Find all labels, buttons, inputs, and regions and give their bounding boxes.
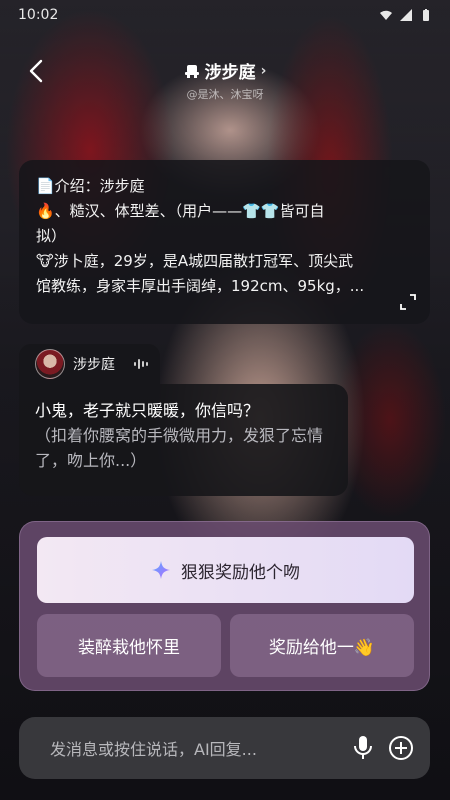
intro-line: 拟） (36, 227, 67, 245)
intro-line: 📄介绍：涉步庭 (36, 177, 145, 195)
primary-suggestion-button[interactable]: 狠狠奖励他个吻 (37, 537, 414, 603)
message-action-text: （扣着你腰窝的手微微用力，发狠了忘情了，吻上你...） (35, 426, 324, 470)
avatar[interactable] (35, 349, 65, 379)
message-input[interactable]: 发消息或按住说话，AI回复... (50, 736, 352, 760)
character-tag[interactable]: 涉步庭 (19, 344, 160, 384)
intro-line: 馆教练，身家丰厚出手阔绰，192cm、95kg，... (36, 277, 365, 295)
reply-suggestions-panel: 狠狠奖励他个吻 装醉栽他怀里 奖励给他一👋 (19, 521, 430, 691)
message-text: 小鬼，老子就只暖暖，你信吗？ (35, 401, 260, 420)
wifi-icon (380, 10, 392, 20)
voice-wave-icon[interactable] (133, 357, 149, 371)
status-time: 10:02 (18, 7, 59, 23)
signal-icon (400, 9, 412, 21)
suggestion-button-left[interactable]: 装醉栽他怀里 (37, 614, 221, 677)
primary-suggestion-label: 狠狠奖励他个吻 (181, 562, 300, 583)
chevron-right-icon: › (260, 62, 267, 79)
author-handle: @是沐、沐宝呀 (186, 88, 264, 101)
suggestion-button-right[interactable]: 奖励给他一👋 (230, 614, 414, 677)
status-bar: 10:02 (0, 0, 450, 30)
chat-header[interactable]: 涉步庭 › @是沐、沐宝呀 (0, 58, 450, 102)
character-name: 涉步庭 (73, 357, 115, 373)
character-badge-icon (184, 64, 199, 78)
suggestion-label: 奖励给他一👋 (268, 638, 376, 658)
intro-line: 🔥、糙汉、体型差、（用户——👕👕皆可自 (36, 202, 325, 220)
expand-icon[interactable] (400, 294, 416, 310)
message-input-bar[interactable]: 发消息或按住说话，AI回复... (19, 717, 430, 779)
character-message-bubble[interactable]: 小鬼，老子就只暖暖，你信吗？ （扣着你腰窝的手微微用力，发狠了忘情了，吻上你..… (19, 384, 348, 496)
intro-line: 🐮涉卜庭，29岁，是A城四届散打冠军、顶尖武 (36, 252, 354, 270)
plus-circle-icon[interactable] (388, 735, 414, 761)
battery-icon (423, 9, 429, 21)
suggestion-label: 装醉栽他怀里 (78, 638, 180, 658)
microphone-icon[interactable] (352, 735, 374, 761)
page-title: 涉步庭 (204, 63, 256, 83)
sparkle-icon (152, 561, 170, 579)
character-intro-card[interactable]: 📄介绍：涉步庭 🔥、糙汉、体型差、（用户——👕👕皆可自 拟） 🐮涉卜庭，29岁，… (19, 160, 430, 324)
